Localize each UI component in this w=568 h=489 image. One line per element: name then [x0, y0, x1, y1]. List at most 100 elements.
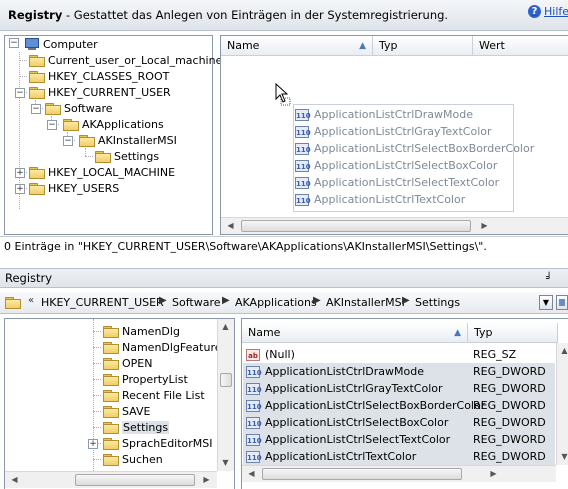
- vertical-scrollbar[interactable]: ▲ ▼: [556, 343, 568, 465]
- tree-item-label: NamenDlg: [122, 324, 180, 338]
- folder-icon: [29, 86, 45, 99]
- value-type: REG_DWORD: [473, 433, 546, 446]
- column-header-name[interactable]: Name ▲: [242, 323, 468, 343]
- collapse-toggle[interactable]: −: [31, 104, 41, 114]
- breadcrumb-item[interactable]: Software: [172, 296, 221, 309]
- horizontal-scrollbar[interactable]: ◀ ▶: [5, 471, 217, 488]
- table-row[interactable]: 110 ApplicationListCtrlSelectBoxBorderCol…: [243, 397, 555, 414]
- options-icon: [559, 299, 565, 306]
- breadcrumb-item[interactable]: HKEY_CURRENT_USER: [41, 296, 164, 309]
- table-row[interactable]: 110 ApplicationListCtrlDrawMode REG_DWORD: [243, 363, 555, 380]
- dropdown-button[interactable]: ▼: [539, 295, 553, 310]
- scroll-left-icon[interactable]: ◀: [223, 218, 238, 233]
- scroll-left-icon[interactable]: ◀: [7, 472, 22, 487]
- folder-icon: [5, 297, 21, 309]
- tree-item-recent-file-list[interactable]: Recent File List: [103, 387, 205, 403]
- folder-icon: [45, 102, 61, 115]
- dword-value-icon: 110: [295, 142, 311, 155]
- tree-item-save[interactable]: SAVE: [103, 403, 150, 419]
- tree-item-namendlg[interactable]: NamenDlg: [103, 323, 180, 339]
- tree-item-suchen[interactable]: Suchen: [103, 451, 163, 467]
- breadcrumb-separator-icon: ▶: [313, 295, 321, 306]
- tree-item-label: AKApplications: [82, 117, 164, 131]
- scroll-up-icon[interactable]: ▲: [557, 343, 568, 358]
- folder-icon: [29, 166, 45, 179]
- table-row[interactable]: 110 ApplicationListCtrlSelectTextColor RE…: [243, 431, 555, 448]
- table-row[interactable]: 110 ApplicationListCtrlGrayTextColor REG_…: [243, 380, 555, 397]
- dword-value-icon: 110: [246, 450, 262, 463]
- column-header-wert[interactable]: Wert: [473, 36, 568, 56]
- tree-item-hkey-users[interactable]: HKEY_USERS: [29, 180, 119, 196]
- drag-ghost-item: 110 ApplicationListCtrlTextColor: [295, 193, 466, 206]
- expand-toggle[interactable]: +: [15, 168, 25, 178]
- folder-icon: [103, 357, 119, 370]
- tree-item-label: HKEY_LOCAL_MACHINE: [48, 165, 176, 179]
- scrollbar-thumb[interactable]: [220, 373, 232, 387]
- tree-item-spracheditormsi[interactable]: SprachEditorMSI: [103, 435, 213, 451]
- drag-ghost-item: 110 ApplicationListCtrlGrayTextColor: [295, 125, 492, 138]
- tree-item-settings[interactable]: Settings: [103, 419, 170, 435]
- breadcrumb-item[interactable]: AKInstallerMSI: [326, 296, 405, 309]
- dword-value-icon: 110: [295, 125, 311, 138]
- breadcrumb-item[interactable]: Settings: [415, 296, 460, 309]
- tree-item-label: HKEY_CLASSES_ROOT: [48, 69, 170, 83]
- column-header-name[interactable]: Name ▲: [221, 36, 373, 56]
- expand-toggle[interactable]: +: [15, 184, 25, 194]
- scrollbar-thumb[interactable]: [262, 468, 462, 480]
- tree-item-propertylist[interactable]: PropertyList: [103, 371, 188, 387]
- scroll-down-icon[interactable]: ▼: [557, 449, 568, 464]
- value-type: REG_DWORD: [473, 416, 546, 429]
- tree-item-hkey-classes-root[interactable]: HKEY_CLASSES_ROOT: [29, 68, 169, 84]
- collapse-toggle[interactable]: −: [15, 88, 25, 98]
- drag-ghost-item: 110 ApplicationListCtrlSelectBoxColor: [295, 159, 498, 172]
- scroll-right-icon[interactable]: ▶: [486, 466, 501, 481]
- horizontal-scrollbar[interactable]: ◀ ▶: [221, 217, 568, 234]
- computer-icon: [24, 38, 39, 50]
- tree-item-open[interactable]: OPEN: [103, 355, 152, 371]
- column-header-typ[interactable]: Typ: [468, 323, 558, 343]
- dword-value-icon: 110: [246, 399, 262, 412]
- tree-item-label: OPEN: [122, 356, 153, 370]
- tree-item-settings[interactable]: Settings: [95, 148, 159, 164]
- tree-item-hkey-current-user[interactable]: HKEY_CURRENT_USER: [29, 84, 171, 100]
- value-name: ApplicationListCtrlTextColor: [265, 450, 417, 463]
- value-name: (Null): [265, 348, 295, 361]
- table-row[interactable]: 110 ApplicationListCtrlSelectBoxColor REG…: [243, 414, 555, 431]
- tree-item-akapplications[interactable]: AKApplications: [63, 116, 164, 132]
- tree-item-label: Computer: [43, 37, 98, 51]
- help-label: Hilfe: [544, 5, 568, 18]
- horizontal-scrollbar[interactable]: ◀ ▶: [242, 465, 556, 482]
- collapse-toggle[interactable]: −: [47, 120, 57, 130]
- column-header-typ[interactable]: Typ: [373, 36, 473, 56]
- tree-item-label: Recent File List: [122, 388, 205, 402]
- scroll-right-icon[interactable]: ▶: [199, 472, 214, 487]
- scroll-down-icon[interactable]: ▼: [218, 455, 233, 470]
- pin-icon[interactable]: ╛: [546, 269, 552, 288]
- string-value-icon: ab: [246, 348, 260, 361]
- expand-toggle[interactable]: +: [88, 439, 98, 449]
- tree-item-namendlgfeature[interactable]: NamenDlgFeature: [103, 339, 222, 355]
- scroll-right-icon[interactable]: ▶: [477, 218, 492, 233]
- vertical-scrollbar[interactable]: ▲ ▼: [217, 319, 234, 471]
- tree-item-hkey-local-machine[interactable]: HKEY_LOCAL_MACHINE: [29, 164, 175, 180]
- value-name: ApplicationListCtrlDrawMode: [265, 365, 424, 378]
- folder-icon: [103, 437, 119, 450]
- breadcrumb-item[interactable]: AKApplications: [235, 296, 317, 309]
- scroll-up-icon[interactable]: ▲: [218, 319, 233, 334]
- tree-item-current-user-or-local-machine[interactable]: Current_user_or_Local_machine: [29, 52, 222, 68]
- collapse-toggle[interactable]: −: [63, 136, 73, 146]
- scroll-left-icon[interactable]: ◀: [244, 466, 259, 481]
- help-link[interactable]: ? Hilfe: [528, 5, 568, 18]
- table-row[interactable]: ab (Null) REG_SZ: [243, 346, 555, 363]
- folder-icon: [29, 54, 45, 67]
- scrollbar-thumb[interactable]: [241, 220, 471, 232]
- scrollbar-thumb[interactable]: [75, 474, 195, 486]
- breadcrumb-overflow-icon[interactable]: «: [28, 295, 34, 306]
- dword-value-icon: 110: [246, 382, 262, 395]
- tree-item-computer[interactable]: Computer: [11, 36, 98, 52]
- options-button[interactable]: [556, 295, 568, 310]
- table-row[interactable]: 110 ApplicationListCtrlTextColor REG_DWOR…: [243, 448, 555, 465]
- tree-item-label: Current_user_or_Local_machine: [48, 53, 223, 67]
- tree-item-software[interactable]: Software: [45, 100, 113, 116]
- tree-item-akinstallermsi[interactable]: AKInstallerMSI: [79, 132, 177, 148]
